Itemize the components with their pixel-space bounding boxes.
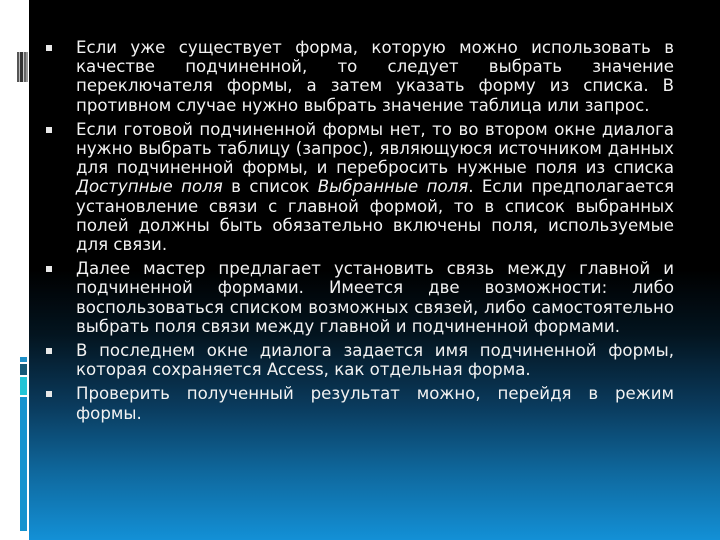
bullet-item: В последнем окне диалога задается имя по… (46, 341, 674, 379)
bullet-text: в список (222, 177, 318, 197)
slide-left-margin (0, 0, 29, 540)
bullet-text: Проверить полученный результат можно, пе… (76, 384, 674, 423)
bullet-item: Если готовой подчиненной формы нет, то в… (46, 120, 674, 254)
bullet-list: Если уже существует форма, которую можно… (46, 38, 674, 428)
decorative-barcode-stripes (17, 52, 28, 82)
square-bullet-icon (46, 391, 52, 398)
bullet-item: Если уже существует форма, которую можно… (46, 38, 674, 115)
square-bullet-icon (46, 266, 52, 273)
decorative-bar (20, 397, 27, 531)
italic-term: Доступные поля (76, 177, 223, 197)
bullet-item: Далее мастер предлагает установить связь… (46, 259, 674, 336)
bullet-text: В последнем окне диалога задается имя по… (76, 341, 674, 380)
bullet-text: Далее мастер предлагает установить связь… (76, 259, 674, 336)
square-bullet-icon (46, 126, 52, 133)
square-bullet-icon (46, 348, 52, 355)
decorative-bar (20, 364, 27, 375)
decorative-bar (20, 377, 27, 395)
bullet-text: Если уже существует форма, которую можно… (76, 38, 674, 115)
decorative-blue-bars (20, 357, 27, 531)
decorative-bar (20, 357, 27, 362)
square-bullet-icon (46, 45, 52, 51)
italic-term: Выбранные поля (317, 177, 469, 197)
bullet-text: Если готовой подчиненной формы нет, то в… (76, 119, 674, 178)
bullet-item: Проверить полученный результат можно, пе… (46, 384, 674, 423)
